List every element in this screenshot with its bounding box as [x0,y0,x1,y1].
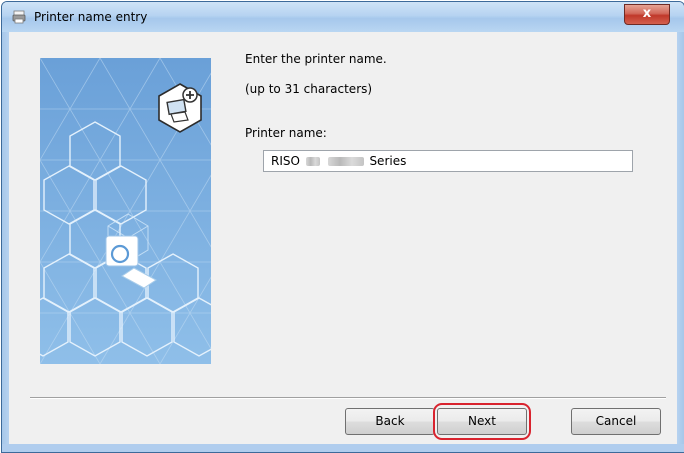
window-frame-right [677,32,684,444]
window-frame-left [2,32,9,444]
instruction-text: Enter the printer name. [245,52,387,66]
close-button[interactable]: x [624,4,670,25]
window-title: Printer name entry [34,10,148,24]
printer-name-suffix: Series [369,154,407,168]
close-icon: x [642,6,652,21]
character-limit-text: (up to 31 characters) [245,82,373,96]
button-separator [30,397,666,399]
next-button[interactable]: Next [437,408,527,435]
title-bar[interactable]: Printer name entry x [2,2,684,32]
wizard-illustration [40,58,211,364]
dialog-window: Printer name entry x Enter the printer n… [1,1,684,453]
window-frame-bottom [2,444,684,452]
printer-name-prefix: RISO [271,154,300,168]
back-button[interactable]: Back [345,408,435,435]
cancel-button[interactable]: Cancel [571,408,661,435]
redacted-text [327,157,364,166]
redacted-text [305,157,320,166]
printer-name-input[interactable]: RISO Series [263,150,633,172]
dialog-content: Enter the printer name. (up to 31 charac… [9,32,677,444]
printer-name-label: Printer name: [245,126,327,140]
printer-app-icon [12,10,26,24]
